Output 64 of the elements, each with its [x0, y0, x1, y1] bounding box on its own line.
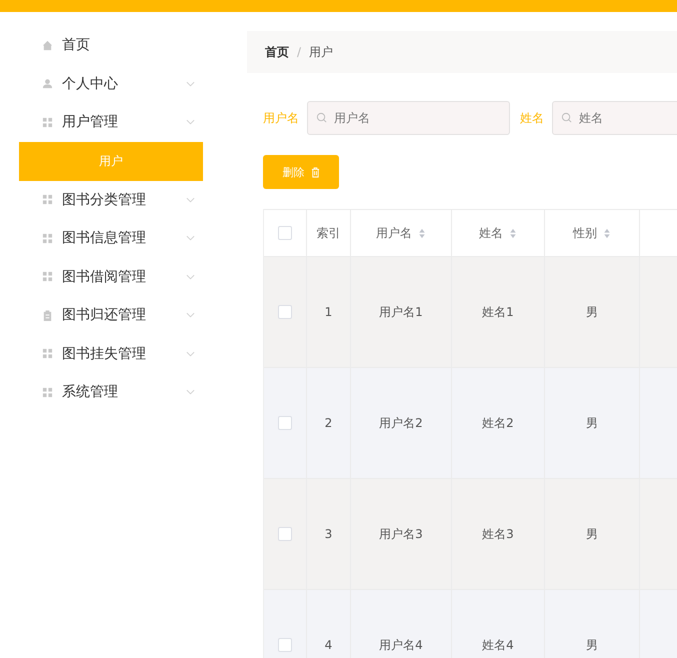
chevron-down-icon — [186, 274, 195, 280]
table-cell: 1 — [324, 305, 332, 319]
table-cell: 男 — [586, 636, 598, 654]
chevron-down-icon — [186, 312, 195, 318]
table-cell: 用户名3 — [379, 526, 423, 542]
table-cell: 姓名3 — [482, 526, 514, 542]
row-checkbox[interactable] — [278, 638, 292, 652]
row-checkbox[interactable] — [278, 527, 292, 541]
grid-icon — [42, 232, 53, 244]
sidebar-item[interactable]: 图书归还管理 — [0, 296, 247, 334]
table-cell: 用户名2 — [379, 414, 423, 432]
table-cell: 用户名1 — [379, 304, 423, 320]
breadcrumb-link[interactable]: 用户 — [309, 44, 334, 60]
chevron-down-icon — [186, 235, 195, 242]
sidebar-item[interactable]: 用户管理 — [0, 103, 247, 142]
table-cell: 2 — [324, 416, 332, 430]
sidebar-item[interactable]: 个人中心 — [0, 64, 247, 103]
column-header: 性别 — [573, 224, 597, 242]
grid-icon — [42, 348, 53, 360]
chevron-down-icon — [186, 350, 195, 357]
search-icon — [316, 112, 327, 123]
table-cell: 用户名4 — [379, 636, 423, 654]
chevron-down-icon — [186, 196, 195, 203]
sidebar-item[interactable]: 图书借阅管理 — [0, 258, 247, 296]
sidebar-item[interactable]: 图书挂失管理 — [0, 334, 247, 373]
column-header: 姓名 — [479, 224, 503, 242]
search-icon — [561, 112, 572, 123]
table-cell: 姓名1 — [482, 304, 514, 320]
column-header: 用户名 — [376, 224, 412, 242]
search-label: 姓名 — [520, 110, 544, 126]
table-cell: 姓名2 — [482, 414, 514, 432]
chevron-down-icon — [186, 119, 195, 126]
breadcrumb-separator: / — [297, 45, 302, 59]
sidebar-item[interactable]: 图书分类管理 — [0, 180, 247, 219]
home-icon — [42, 40, 53, 51]
clipboard-icon — [42, 310, 53, 321]
grid-icon — [42, 194, 53, 206]
sidebar-item[interactable]: 图书信息管理 — [0, 219, 247, 258]
table-cell: 男 — [586, 304, 598, 320]
sort-icon[interactable] — [603, 228, 611, 238]
select-all-checkbox[interactable] — [278, 226, 292, 240]
user-icon — [42, 78, 53, 90]
grid-icon — [42, 116, 53, 128]
sidebar-item[interactable]: 首页 — [0, 26, 247, 64]
table-cell: 男 — [586, 526, 598, 542]
table-cell: 4 — [324, 638, 332, 652]
chevron-down-icon — [186, 389, 195, 396]
row-checkbox[interactable] — [278, 305, 292, 319]
breadcrumb-link[interactable]: 首页 — [265, 44, 289, 60]
chevron-down-icon — [186, 80, 195, 87]
sidebar-item[interactable]: 系统管理 — [0, 373, 247, 412]
search-field[interactable]: 用户名 — [307, 101, 510, 135]
sort-icon[interactable] — [509, 228, 517, 238]
row-checkbox[interactable] — [278, 416, 292, 430]
table-cell: 男 — [586, 414, 598, 432]
search-field[interactable]: 姓名 — [552, 101, 677, 135]
table-cell: 姓名4 — [482, 636, 514, 654]
sort-icon[interactable] — [418, 228, 426, 238]
table-cell: 3 — [324, 527, 332, 541]
column-header: 索引 — [316, 224, 340, 242]
grid-icon — [42, 386, 53, 398]
trash-icon — [310, 166, 320, 178]
grid-icon — [42, 271, 53, 282]
search-label: 用户名 — [263, 110, 299, 126]
